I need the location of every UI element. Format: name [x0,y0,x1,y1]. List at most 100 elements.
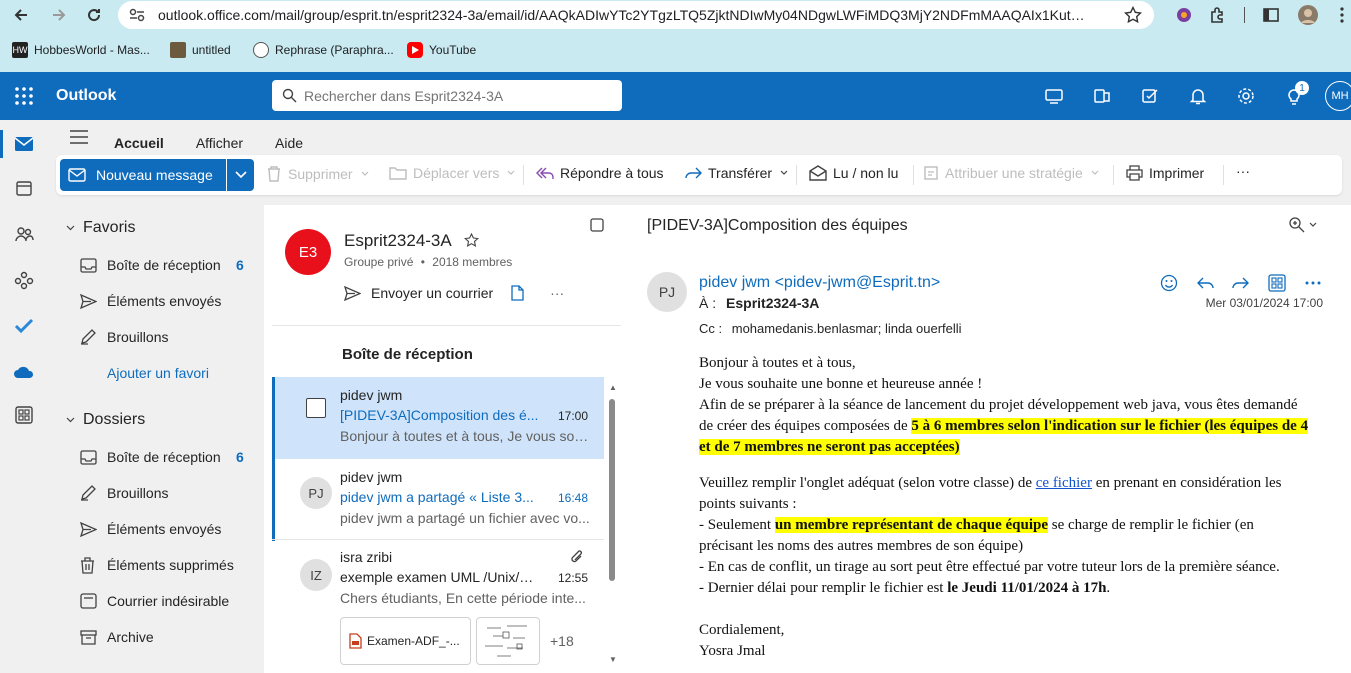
print-button[interactable]: Imprimer [1126,165,1204,181]
url-bar[interactable]: outlook.office.com/mail/group/esprit.tn/… [118,1,1154,29]
policy-icon [923,165,945,181]
star-icon[interactable] [463,233,479,248]
folder-item-sent[interactable]: Éléments envoyés [80,515,260,543]
recipient[interactable]: Esprit2324-3A [726,295,819,311]
tab-help[interactable]: Aide [275,131,303,155]
message-subject: pidev jwm a partagé « Liste 3... [340,489,534,505]
favorite-item-inbox[interactable]: Boîte de réception 6 [80,251,260,279]
favorite-item-sent[interactable]: Éléments envoyés [80,287,260,315]
move-to-label: Déplacer vers [413,165,500,181]
scroll-down-icon[interactable]: ▼ [609,655,617,664]
reply-icon[interactable] [1194,272,1216,294]
mail-icon[interactable] [12,132,36,156]
reload-icon[interactable] [82,3,106,27]
folder-item-deleted[interactable]: Éléments supprimés [80,551,260,579]
calendar-icon[interactable] [12,176,36,200]
app-title[interactable]: Outlook [56,87,116,105]
file-icon[interactable] [511,285,524,301]
folder-item-junk[interactable]: Courrier indésirable [80,587,260,615]
add-favorite-link[interactable]: Ajouter un favori [107,359,287,387]
tab-home[interactable]: Accueil [114,131,164,158]
forward-arrow-icon[interactable] [47,3,71,27]
search-input[interactable] [304,88,604,104]
group-avatar[interactable]: E3 [285,229,331,275]
sender-avatar[interactable]: PJ [647,272,687,312]
list-item[interactable]: PJ pidev jwm pidev jwm a partagé « Liste… [272,459,604,541]
bullet-separator: • [420,255,425,269]
expand-window-icon[interactable] [589,217,605,233]
url-text[interactable]: outlook.office.com/mail/group/esprit.tn/… [158,7,1093,23]
bookmark-item[interactable]: untitled [170,42,231,58]
more-attachments-count[interactable]: +18 [550,633,574,649]
zoom-icon[interactable] [1288,216,1305,233]
group-meta: Groupe privé • 2018 membres [344,255,512,269]
more-dots-icon[interactable]: ··· [550,285,564,301]
folder-item-archive[interactable]: Archive [80,623,260,651]
chevron-down-icon[interactable] [1309,222,1317,228]
attachment-card[interactable]: Examen-ADF_-... [340,617,471,665]
send-mail-button[interactable]: Envoyer un courrier ··· [344,285,564,301]
profile-avatar-icon[interactable] [1296,3,1320,27]
untitled-favicon-icon [170,42,186,58]
unread-count: 6 [236,257,244,273]
bell-icon[interactable] [1187,85,1209,107]
sender-avatar: PJ [300,477,332,509]
sender-address[interactable]: pidev jwm <pidev-jwm@Esprit.tn> [699,274,940,292]
select-checkbox[interactable] [306,398,326,418]
list-item[interactable]: IZ isra zribi exemple examen UML /Unix/A… [272,541,604,673]
folder-item-drafts[interactable]: Brouillons [80,479,260,507]
assign-policy-button[interactable]: Attribuer une stratégie [923,165,1105,181]
move-to-button[interactable]: Déplacer vers [389,165,521,181]
read-unread-button[interactable]: Lu / non lu [809,165,898,181]
extension-color-icon[interactable] [1172,3,1196,27]
tab-view[interactable]: Afficher [196,131,243,155]
extensions-puzzle-icon[interactable] [1206,3,1230,27]
apps-grid-icon[interactable] [1266,272,1288,294]
group-name: Esprit2324-3A [344,231,479,251]
teams-icon[interactable] [1091,85,1113,107]
folder-item-inbox[interactable]: Boîte de réception 6 [80,443,260,471]
folders-header[interactable]: Dossiers [66,411,145,429]
app-launcher-icon[interactable] [14,86,34,106]
side-panel-icon[interactable] [1259,3,1283,27]
forward-button[interactable]: Transférer [684,165,794,181]
scroll-up-icon[interactable]: ▲ [609,383,617,392]
new-message-dropdown[interactable] [227,159,254,191]
list-scrollbar[interactable]: ▲ ▼ [607,383,617,673]
more-actions-icon[interactable] [1302,272,1324,294]
attachment-thumbnail[interactable] [476,617,540,665]
people-icon[interactable] [12,222,36,246]
search-box[interactable] [272,80,622,111]
bookmark-item[interactable]: HW HobbesWorld - Mas... [12,42,150,58]
meet-now-icon[interactable] [1043,85,1065,107]
site-settings-icon[interactable] [128,7,146,23]
file-link[interactable]: ce fichier [1036,475,1092,491]
group-members[interactable]: 2018 membres [432,255,512,269]
favorite-item-drafts[interactable]: Brouillons [80,323,260,351]
my-day-icon[interactable] [1139,85,1161,107]
gear-icon[interactable] [1235,85,1257,107]
scroll-thumb[interactable] [609,399,615,581]
groups-icon[interactable] [12,268,36,292]
back-arrow-icon[interactable] [9,3,33,27]
body-text: Veuillez remplir l'onglet adéquat (selon… [699,475,1036,491]
delete-button[interactable]: Supprimer [266,165,375,183]
favorites-header[interactable]: Favoris [66,219,135,237]
bookmark-item[interactable]: Rephrase (Paraphra... [253,42,394,58]
cc-recipients[interactable]: mohamedanis.benlasmar; linda ouerfelli [732,321,962,336]
todo-check-icon[interactable] [12,314,36,338]
new-message-button[interactable]: Nouveau message [60,159,226,191]
browser-menu-icon[interactable] [1330,3,1351,27]
more-apps-icon[interactable] [12,403,36,427]
bookmark-star-icon[interactable] [1124,6,1142,24]
bookmark-item[interactable]: YouTube [407,42,476,58]
emoji-react-icon[interactable] [1158,272,1180,294]
reply-all-button[interactable]: Répondre à tous [536,165,664,181]
folder-pane: Favoris Boîte de réception 6 Éléments en… [48,205,264,673]
forward-icon[interactable] [1230,272,1252,294]
more-options-button[interactable]: ··· [1236,163,1250,179]
onedrive-cloud-icon[interactable] [12,360,36,384]
account-avatar[interactable]: MH [1325,81,1351,111]
hamburger-menu-icon[interactable] [70,130,88,144]
list-item[interactable]: pidev jwm [PIDEV-3A]Composition des é...… [272,377,604,459]
